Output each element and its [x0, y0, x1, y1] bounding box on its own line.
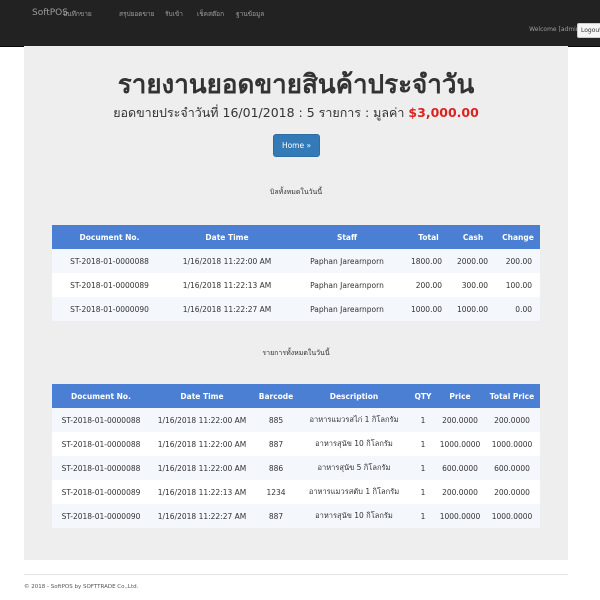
cell-document-no: ST-2018-01-0000088: [52, 432, 150, 456]
cell-change: 200.00: [496, 249, 540, 273]
cell-document-no: ST-2018-01-0000090: [52, 504, 150, 528]
cell-document-no: ST-2018-01-0000089: [52, 273, 167, 297]
cell-total-price: 200.0000: [484, 408, 540, 432]
cell-staff: Paphan Jarearnporn: [287, 273, 407, 297]
cell-cash: 2000.00: [450, 249, 496, 273]
col-header-date-time: Date Time: [167, 225, 287, 249]
total-amount: $3,000.00: [408, 105, 479, 120]
bills-header-row: Document No. Date Time Staff Total Cash …: [52, 225, 540, 249]
footer-copyright: © 2018 - SoftPOS by SOFTTRADE Co.,Ltd.: [24, 584, 139, 590]
col-header-date-time: Date Time: [150, 384, 254, 408]
cell-staff: Paphan Jarearnporn: [287, 297, 407, 321]
cell-price: 200.0000: [436, 480, 484, 504]
cell-price: 200.0000: [436, 408, 484, 432]
table-row: ST-2018-01-0000088 1/16/2018 11:22:00 AM…: [52, 249, 540, 273]
cell-staff: Paphan Jarearnporn: [287, 249, 407, 273]
cell-barcode: 886: [254, 456, 298, 480]
cell-description: อาหารสุนัข 10 กิโลกรัม: [298, 432, 410, 456]
cell-barcode: 885: [254, 408, 298, 432]
cell-cash: 1000.00: [450, 297, 496, 321]
col-header-qty: QTY: [410, 384, 436, 408]
table-row: ST-2018-01-0000089 1/16/2018 11:22:13 AM…: [52, 273, 540, 297]
cell-total: 1800.00: [407, 249, 450, 273]
cell-document-no: ST-2018-01-0000088: [52, 456, 150, 480]
nav-item-receive[interactable]: รับเข้า: [165, 9, 183, 19]
cell-cash: 300.00: [450, 273, 496, 297]
nav-item-sales-summary[interactable]: สรุปยอดขาย: [119, 9, 154, 19]
cell-date-time: 1/16/2018 11:22:00 AM: [150, 408, 254, 432]
col-header-cash: Cash: [450, 225, 496, 249]
cell-qty: 1: [410, 432, 436, 456]
cell-date-time: 1/16/2018 11:22:13 AM: [167, 273, 287, 297]
table-row: ST-2018-01-0000088 1/16/2018 11:22:00 AM…: [52, 456, 540, 480]
cell-date-time: 1/16/2018 11:22:00 AM: [167, 249, 287, 273]
table-row: ST-2018-01-0000090 1/16/2018 11:22:27 AM…: [52, 504, 540, 528]
col-header-description: Description: [298, 384, 410, 408]
table-row: ST-2018-01-0000090 1/16/2018 11:22:27 AM…: [52, 297, 540, 321]
col-header-total-price: Total Price: [484, 384, 540, 408]
cell-price: 1000.0000: [436, 432, 484, 456]
cell-date-time: 1/16/2018 11:22:27 AM: [150, 504, 254, 528]
cell-qty: 1: [410, 504, 436, 528]
col-header-total: Total: [407, 225, 450, 249]
cell-qty: 1: [410, 456, 436, 480]
home-button[interactable]: Home »: [273, 134, 320, 157]
cell-total-price: 1000.0000: [484, 504, 540, 528]
cell-total-price: 600.0000: [484, 456, 540, 480]
col-header-document-no: Document No.: [52, 225, 167, 249]
page-title: รายงานยอดขายสินค้าประจำวัน: [117, 70, 475, 100]
nav-item-check-stock[interactable]: เช็คสต๊อก: [197, 9, 224, 19]
logout-button[interactable]: Logout: [577, 23, 600, 38]
cell-description: อาหารสุนัข 5 กิโลกรัม: [298, 456, 410, 480]
cell-date-time: 1/16/2018 11:22:13 AM: [150, 480, 254, 504]
col-header-price: Price: [436, 384, 484, 408]
cell-price: 600.0000: [436, 456, 484, 480]
cell-description: อาหารสุนัข 10 กิโลกรัม: [298, 504, 410, 528]
top-navbar: SoftPOS บันทึกขาย สรุปยอดขาย รับเข้า เช็…: [0, 0, 600, 47]
cell-total-price: 1000.0000: [484, 432, 540, 456]
table-row: ST-2018-01-0000089 1/16/2018 11:22:13 AM…: [52, 480, 540, 504]
cell-total-price: 200.0000: [484, 480, 540, 504]
subtitle-text: ยอดขายประจำวันที่ 16/01/2018 : 5 รายการ …: [113, 105, 405, 120]
bills-table: Document No. Date Time Staff Total Cash …: [52, 225, 540, 321]
cell-total: 200.00: [407, 273, 450, 297]
cell-barcode: 887: [254, 432, 298, 456]
col-header-change: Change: [496, 225, 540, 249]
welcome-text: Welcome [admin]: [529, 26, 582, 33]
table-row: ST-2018-01-0000088 1/16/2018 11:22:00 AM…: [52, 432, 540, 456]
cell-document-no: ST-2018-01-0000088: [52, 249, 167, 273]
col-header-document-no: Document No.: [52, 384, 150, 408]
cell-barcode: 1234: [254, 480, 298, 504]
col-header-barcode: Barcode: [254, 384, 298, 408]
cell-description: อาหารแมวรสตับ 1 กิโลกรัม: [298, 480, 410, 504]
cell-document-no: ST-2018-01-0000090: [52, 297, 167, 321]
footer-divider: [24, 574, 568, 575]
cell-date-time: 1/16/2018 11:22:27 AM: [167, 297, 287, 321]
report-panel: รายงานยอดขายสินค้าประจำวัน ยอดขายประจำวั…: [24, 46, 568, 560]
cell-change: 0.00: [496, 297, 540, 321]
cell-price: 1000.0000: [436, 504, 484, 528]
items-section-label: รายการทั้งหมดในวันนี้: [262, 349, 330, 357]
bills-section-label: บิลทั้งหมดในวันนี้: [269, 188, 323, 196]
cell-date-time: 1/16/2018 11:22:00 AM: [150, 432, 254, 456]
nav-item-database[interactable]: ฐานข้อมูล: [236, 9, 264, 19]
items-header-row: Document No. Date Time Barcode Descripti…: [52, 384, 540, 408]
cell-date-time: 1/16/2018 11:22:00 AM: [150, 456, 254, 480]
cell-qty: 1: [410, 480, 436, 504]
cell-description: อาหารแมวรสไก่ 1 กิโลกรัม: [298, 408, 410, 432]
report-subtitle: ยอดขายประจำวันที่ 16/01/2018 : 5 รายการ …: [24, 103, 568, 123]
cell-change: 100.00: [496, 273, 540, 297]
cell-document-no: ST-2018-01-0000089: [52, 480, 150, 504]
cell-barcode: 887: [254, 504, 298, 528]
table-row: ST-2018-01-0000088 1/16/2018 11:22:00 AM…: [52, 408, 540, 432]
cell-total: 1000.00: [407, 297, 450, 321]
col-header-staff: Staff: [287, 225, 407, 249]
cell-qty: 1: [410, 408, 436, 432]
cell-document-no: ST-2018-01-0000088: [52, 408, 150, 432]
nav-item-record-sale[interactable]: บันทึกขาย: [63, 9, 92, 19]
items-table: Document No. Date Time Barcode Descripti…: [52, 384, 540, 528]
